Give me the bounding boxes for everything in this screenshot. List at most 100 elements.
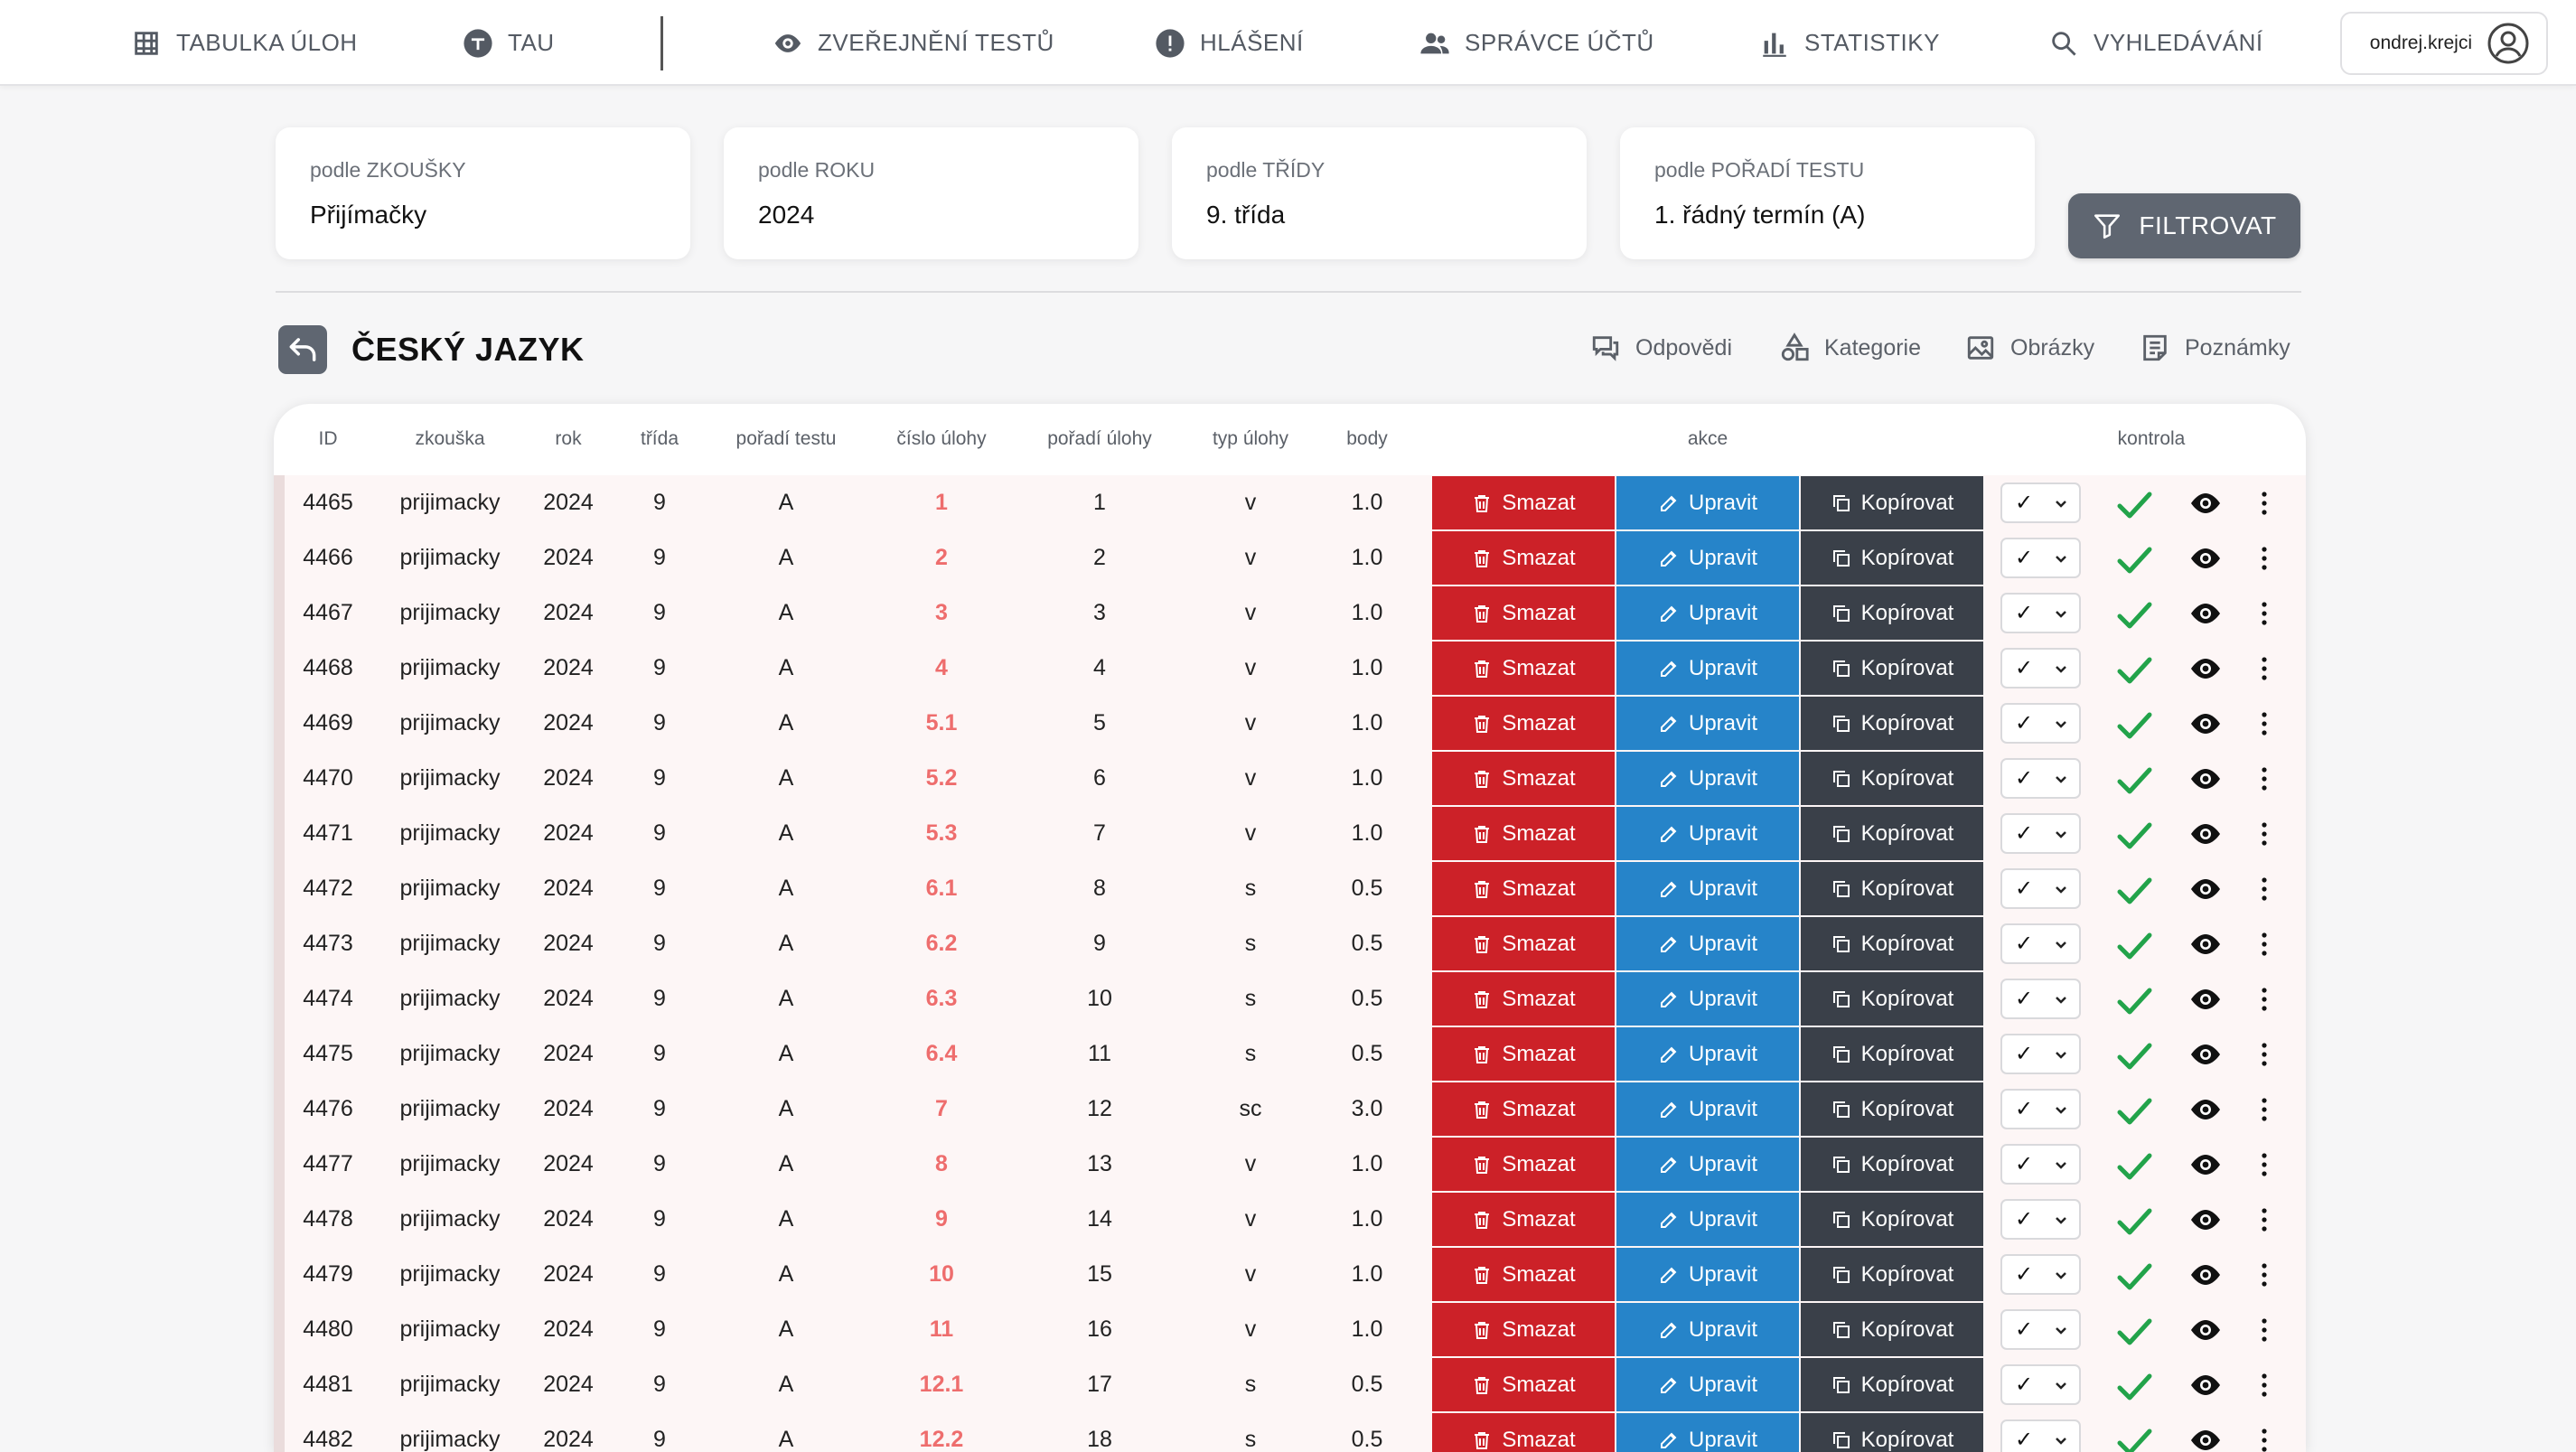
check-select[interactable]: ✓ <box>2000 1364 2081 1405</box>
check-select[interactable]: ✓ <box>2000 703 2081 744</box>
more-options-icon[interactable] <box>2260 765 2269 792</box>
edit-button[interactable]: Upravit <box>1616 1413 1799 1452</box>
delete-button[interactable]: Smazat <box>1432 862 1615 915</box>
tool-odpovedi[interactable]: Odpovědi <box>1590 333 1732 363</box>
check-select[interactable]: ✓ <box>2000 482 2081 523</box>
delete-button[interactable]: Smazat <box>1432 972 1615 1026</box>
user-menu[interactable]: ondrej.krejci <box>2340 12 2548 75</box>
preview-eye-icon[interactable] <box>2189 1262 2222 1288</box>
preview-eye-icon[interactable] <box>2189 766 2222 792</box>
edit-button[interactable]: Upravit <box>1616 1248 1799 1301</box>
more-options-icon[interactable] <box>2260 820 2269 848</box>
more-options-icon[interactable] <box>2260 1041 2269 1068</box>
delete-button[interactable]: Smazat <box>1432 1027 1615 1081</box>
preview-eye-icon[interactable] <box>2189 711 2222 736</box>
edit-button[interactable]: Upravit <box>1616 642 1799 695</box>
more-options-icon[interactable] <box>2260 490 2269 517</box>
delete-button[interactable]: Smazat <box>1432 697 1615 750</box>
copy-button[interactable]: Kopírovat <box>1801 476 1983 529</box>
copy-button[interactable]: Kopírovat <box>1801 1248 1983 1301</box>
edit-button[interactable]: Upravit <box>1616 476 1799 529</box>
edit-button[interactable]: Upravit <box>1616 1358 1799 1411</box>
delete-button[interactable]: Smazat <box>1432 752 1615 805</box>
delete-button[interactable]: Smazat <box>1432 642 1615 695</box>
delete-button[interactable]: Smazat <box>1432 531 1615 585</box>
copy-button[interactable]: Kopírovat <box>1801 862 1983 915</box>
more-options-icon[interactable] <box>2260 600 2269 627</box>
more-options-icon[interactable] <box>2260 876 2269 903</box>
edit-button[interactable]: Upravit <box>1616 531 1799 585</box>
tool-poznamky[interactable]: Poznámky <box>2140 333 2290 363</box>
preview-eye-icon[interactable] <box>2189 821 2222 847</box>
delete-button[interactable]: Smazat <box>1432 476 1615 529</box>
copy-button[interactable]: Kopírovat <box>1801 697 1983 750</box>
delete-button[interactable]: Smazat <box>1432 1193 1615 1246</box>
edit-button[interactable]: Upravit <box>1616 697 1799 750</box>
edit-button[interactable]: Upravit <box>1616 862 1799 915</box>
delete-button[interactable]: Smazat <box>1432 1358 1615 1411</box>
delete-button[interactable]: Smazat <box>1432 1248 1615 1301</box>
preview-eye-icon[interactable] <box>2189 1097 2222 1122</box>
preview-eye-icon[interactable] <box>2189 876 2222 902</box>
delete-button[interactable]: Smazat <box>1432 917 1615 970</box>
more-options-icon[interactable] <box>2260 1372 2269 1399</box>
more-options-icon[interactable] <box>2260 1151 2269 1178</box>
preview-eye-icon[interactable] <box>2189 656 2222 681</box>
preview-eye-icon[interactable] <box>2189 601 2222 626</box>
check-select[interactable]: ✓ <box>2000 1419 2081 1452</box>
delete-button[interactable]: Smazat <box>1432 586 1615 640</box>
preview-eye-icon[interactable] <box>2189 1317 2222 1343</box>
delete-button[interactable]: Smazat <box>1432 1138 1615 1191</box>
more-options-icon[interactable] <box>2260 545 2269 572</box>
copy-button[interactable]: Kopírovat <box>1801 586 1983 640</box>
filter-button[interactable]: FILTROVAT <box>2068 193 2300 258</box>
edit-button[interactable]: Upravit <box>1616 752 1799 805</box>
copy-button[interactable]: Kopírovat <box>1801 531 1983 585</box>
edit-button[interactable]: Upravit <box>1616 917 1799 970</box>
edit-button[interactable]: Upravit <box>1616 807 1799 860</box>
more-options-icon[interactable] <box>2260 1261 2269 1288</box>
edit-button[interactable]: Upravit <box>1616 586 1799 640</box>
preview-eye-icon[interactable] <box>2189 1042 2222 1067</box>
filter-exam[interactable]: podle ZKOUŠKY Přijímačky <box>276 127 690 259</box>
check-select[interactable]: ✓ <box>2000 758 2081 799</box>
copy-button[interactable]: Kopírovat <box>1801 972 1983 1026</box>
more-options-icon[interactable] <box>2260 710 2269 737</box>
filter-year[interactable]: podle ROKU 2024 <box>724 127 1138 259</box>
filter-grade[interactable]: podle TŘÍDY 9. třída <box>1172 127 1587 259</box>
check-select[interactable]: ✓ <box>2000 1089 2081 1129</box>
preview-eye-icon[interactable] <box>2189 932 2222 957</box>
nav-item-statistiky[interactable]: STATISTIKY <box>1759 0 1940 86</box>
delete-button[interactable]: Smazat <box>1432 1303 1615 1356</box>
more-options-icon[interactable] <box>2260 931 2269 958</box>
check-select[interactable]: ✓ <box>2000 1199 2081 1240</box>
edit-button[interactable]: Upravit <box>1616 972 1799 1026</box>
copy-button[interactable]: Kopírovat <box>1801 1027 1983 1081</box>
delete-button[interactable]: Smazat <box>1432 1413 1615 1452</box>
edit-button[interactable]: Upravit <box>1616 1138 1799 1191</box>
more-options-icon[interactable] <box>2260 1096 2269 1123</box>
check-select[interactable]: ✓ <box>2000 593 2081 633</box>
more-options-icon[interactable] <box>2260 655 2269 682</box>
check-select[interactable]: ✓ <box>2000 813 2081 854</box>
check-select[interactable]: ✓ <box>2000 868 2081 909</box>
check-select[interactable]: ✓ <box>2000 538 2081 578</box>
more-options-icon[interactable] <box>2260 1427 2269 1452</box>
nav-item-vyhledavani[interactable]: VYHLEDÁVÁNÍ <box>2048 0 2263 86</box>
nav-item-zverejneni-testu[interactable]: ZVEŘEJNĚNÍ TESTŮ <box>773 0 1054 86</box>
copy-button[interactable]: Kopírovat <box>1801 1193 1983 1246</box>
preview-eye-icon[interactable] <box>2189 546 2222 571</box>
check-select[interactable]: ✓ <box>2000 923 2081 964</box>
preview-eye-icon[interactable] <box>2189 1372 2222 1398</box>
edit-button[interactable]: Upravit <box>1616 1082 1799 1136</box>
edit-button[interactable]: Upravit <box>1616 1303 1799 1356</box>
copy-button[interactable]: Kopírovat <box>1801 1082 1983 1136</box>
copy-button[interactable]: Kopírovat <box>1801 1138 1983 1191</box>
copy-button[interactable]: Kopírovat <box>1801 1413 1983 1452</box>
nav-item-hlaseni[interactable]: HLÁŠENÍ <box>1155 0 1304 86</box>
check-select[interactable]: ✓ <box>2000 1254 2081 1295</box>
copy-button[interactable]: Kopírovat <box>1801 642 1983 695</box>
copy-button[interactable]: Kopírovat <box>1801 1303 1983 1356</box>
preview-eye-icon[interactable] <box>2189 1152 2222 1177</box>
preview-eye-icon[interactable] <box>2189 491 2222 516</box>
